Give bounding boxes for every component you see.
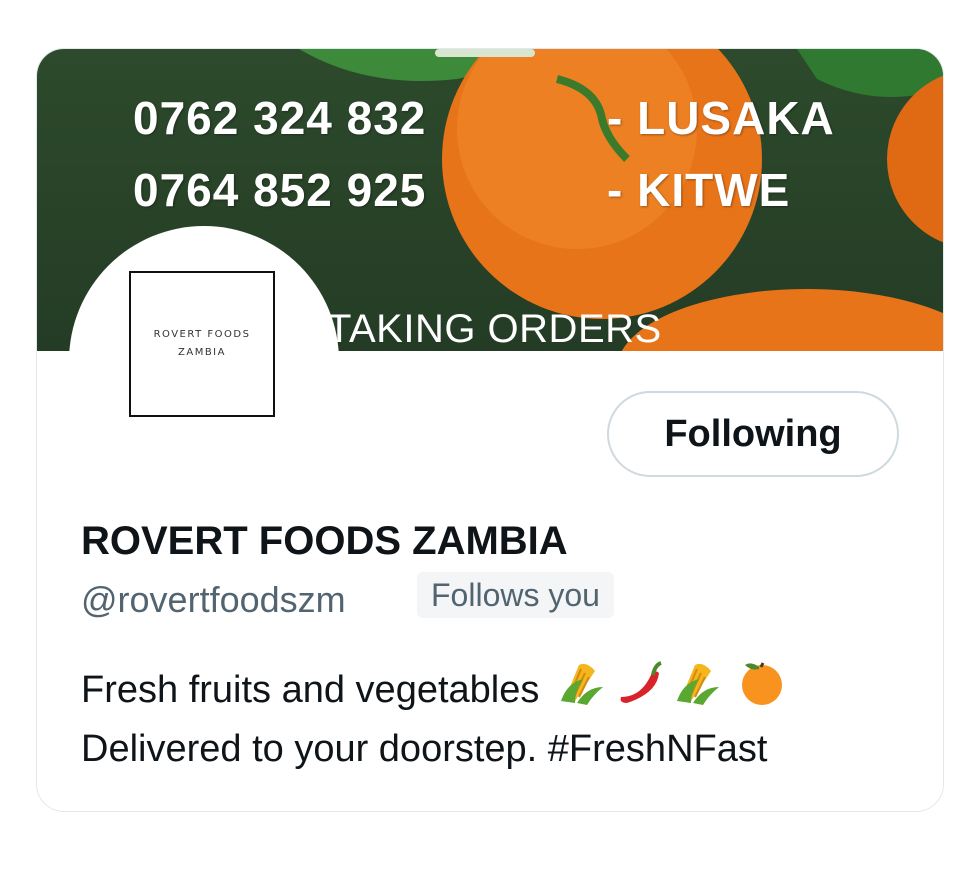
bio-text-1: Fresh fruits and vegetables xyxy=(81,668,540,711)
banner-phone-lusaka: 0762 324 832 xyxy=(133,92,427,144)
banner-orders-text: TAKING ORDERS xyxy=(327,307,662,351)
avatar-logo: ROVERT FOODS ZAMBIA xyxy=(129,271,275,417)
corn-icon xyxy=(557,657,607,722)
bio-line-1: Fresh fruits and vegetables xyxy=(81,657,787,722)
bio-line-2: Delivered to your doorstep. #FreshNFast xyxy=(81,722,787,776)
following-button[interactable]: Following xyxy=(607,391,899,477)
profile-handle[interactable]: @rovertfoodszm xyxy=(81,579,346,621)
corn-icon xyxy=(673,657,723,722)
banner-phone-kitwe: 0764 852 925 xyxy=(133,164,427,216)
avatar-logo-line2: ZAMBIA xyxy=(178,347,226,358)
banner-city-kitwe: - KITWE xyxy=(607,164,791,216)
tangerine-icon xyxy=(737,657,787,722)
profile-bio: Fresh fruits and vegetables Delivered to… xyxy=(81,657,787,776)
bio-text-2: Delivered to your doorstep. #FreshNFast xyxy=(81,728,768,770)
profile-card: 0762 324 832 - LUSAKA 0764 852 925 - KIT… xyxy=(36,48,944,812)
follows-you-badge: Follows you xyxy=(417,572,614,618)
avatar-logo-line1: ROVERT FOODS xyxy=(153,329,251,340)
profile-name: ROVERT FOODS ZAMBIA xyxy=(81,519,568,563)
hot-pepper-icon xyxy=(615,657,665,722)
banner-city-lusaka: - LUSAKA xyxy=(607,92,835,144)
